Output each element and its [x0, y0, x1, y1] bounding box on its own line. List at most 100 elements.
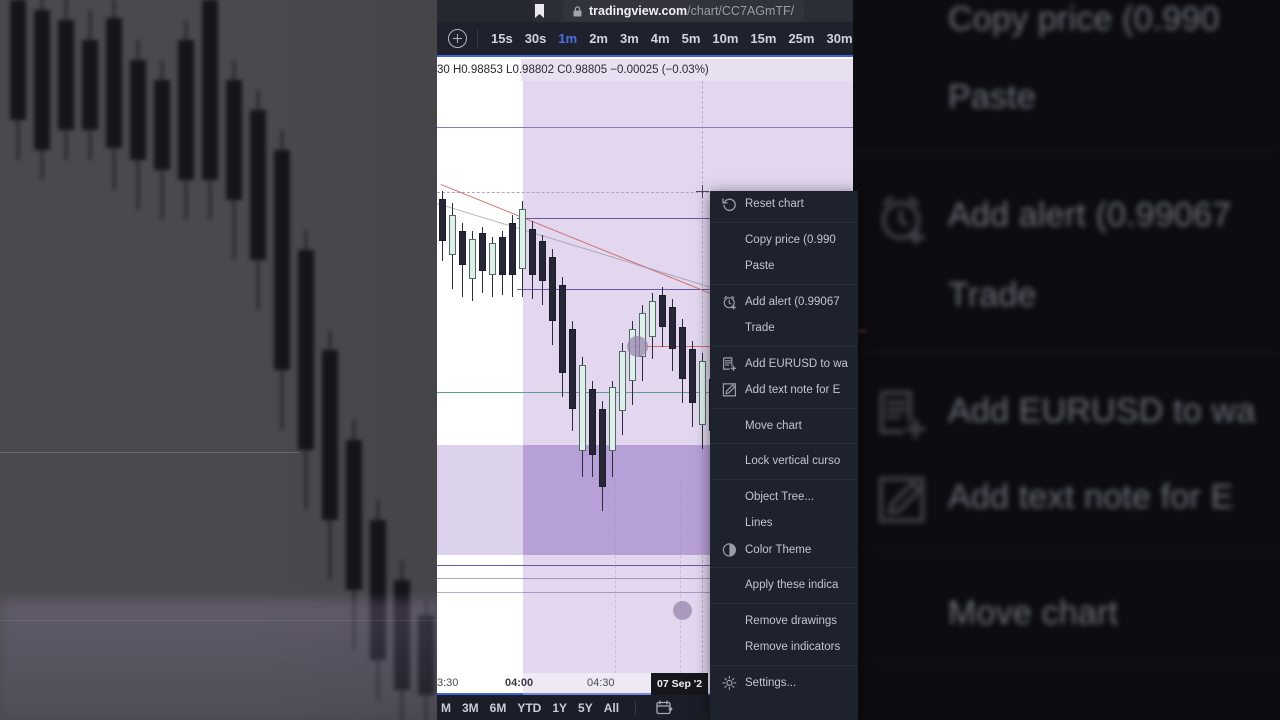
bookmark-icon[interactable] [534, 4, 545, 18]
background-candle-body [10, 0, 26, 120]
candle-body [469, 239, 476, 279]
background-candle-body [82, 40, 98, 130]
candle-body [649, 301, 656, 337]
screen: Copy price (0.990 Paste Add alert (0.99067… [0, 0, 1280, 720]
chart-context-menu[interactable]: Reset chart Copy price (0.990 Paste Add al… [710, 191, 858, 720]
menu-item-label: Add text note for E [745, 384, 841, 397]
time-tick: 04:00 [505, 677, 534, 689]
ohlc-line: 30 H0.98853 L0.98802 C0.98805 −0.00025 (… [437, 64, 709, 76]
range-all[interactable]: All [604, 701, 619, 715]
candle-body [519, 209, 526, 269]
candle-body [489, 243, 496, 275]
menu-item-label: Move chart [745, 419, 802, 432]
candle-body [449, 215, 456, 255]
magnified-menu-item: Add alert (0.99067 [948, 196, 1232, 234]
timeframe-1m[interactable]: 1m [552, 31, 583, 46]
timeframe-15s[interactable]: 15s [485, 31, 519, 46]
alarm-clock-plus-icon [722, 294, 737, 310]
background-gridline [0, 452, 300, 453]
range-5y[interactable]: 5Y [578, 701, 593, 715]
magnified-menu-overlay: Copy price (0.990 Paste Add alert (0.99067… [840, 0, 1280, 720]
menu-item-lock-vertical-curso[interactable]: Lock vertical curso [710, 448, 858, 475]
range-3m[interactable]: 3M [462, 701, 479, 715]
url-domain: tradingview.com [589, 4, 688, 18]
timeframe-toolbar[interactable]: 15s30s1m2m3m4m5m10m15m25m30m45m [437, 22, 853, 57]
menu-item-move-chart[interactable]: Move chart [710, 413, 858, 440]
lock-icon [573, 5, 582, 16]
menu-item-object-tree[interactable]: Object Tree... [710, 484, 858, 511]
magnified-menu-item: Move chart [948, 594, 1119, 632]
candle-body [549, 257, 556, 321]
calendar-icon[interactable] [656, 700, 673, 715]
background-candle-body [226, 80, 242, 200]
price-line[interactable] [437, 127, 853, 128]
menu-item-add-text-note-for-e[interactable]: Add text note for E [710, 377, 858, 404]
timeframe-5m[interactable]: 5m [676, 31, 707, 46]
candle-body [539, 241, 546, 281]
timeframe-4m[interactable]: 4m [645, 31, 676, 46]
timeframe-list[interactable]: 15s30s1m2m3m4m5m10m15m25m30m45m [485, 31, 853, 46]
menu-item-add-alert-0-99067[interactable]: Add alert (0.99067 [710, 289, 858, 316]
timeframe-2m[interactable]: 2m [583, 31, 614, 46]
menu-item-remove-indicators[interactable]: Remove indicators [710, 634, 858, 661]
ohlc-legend: 30 H0.98853 L0.98802 C0.98805 −0.00025 (… [437, 59, 853, 81]
alert-drag-handle[interactable] [627, 336, 648, 357]
menu-item-label: Lock vertical curso [745, 455, 841, 468]
background-candle-body [298, 250, 314, 450]
timeframe-30s[interactable]: 30s [519, 31, 553, 46]
time-tick: 3:30 [437, 677, 459, 689]
candle-body [669, 307, 676, 349]
alarm-clock-plus-icon [723, 295, 737, 310]
gear-icon [722, 675, 737, 690]
menu-item-label: Lines [745, 517, 773, 530]
menu-separator [710, 345, 858, 347]
reset-arrow-icon [722, 197, 737, 212]
menu-item-settings[interactable]: Settings... [710, 670, 858, 697]
menu-item-label: Add EURUSD to wa [745, 357, 848, 370]
url-pill[interactable]: tradingview.com/chart/CC7AGmTF/ [563, 0, 805, 22]
timeframe-25m[interactable]: 25m [782, 31, 820, 46]
range-m[interactable]: M [441, 701, 451, 715]
edit-note-icon [722, 383, 737, 398]
menu-item-label: Color Theme [745, 543, 812, 556]
menu-item-color-theme[interactable]: Color Theme [710, 537, 858, 564]
magnified-menu-item: Trade [948, 276, 1037, 314]
magnified-menu-separator [848, 150, 1280, 151]
range-6m[interactable]: 6M [490, 701, 507, 715]
range-ytd[interactable]: YTD [517, 701, 541, 715]
menu-item-paste[interactable]: Paste [710, 253, 858, 280]
menu-item-add-eurusd-to-wa[interactable]: Add EURUSD to wa [710, 351, 858, 378]
edit-note-icon [876, 474, 928, 531]
timeframe-15m[interactable]: 15m [744, 31, 782, 46]
menu-item-trade[interactable]: Trade [710, 315, 858, 342]
add-to-watchlist-icon [722, 356, 737, 371]
menu-item-copy-price-0-990[interactable]: Copy price (0.990 [710, 227, 858, 254]
menu-item-remove-drawings[interactable]: Remove drawings [710, 608, 858, 635]
menu-separator [710, 567, 858, 568]
drawing-drag-handle[interactable] [673, 601, 692, 620]
background-candle-body [178, 40, 194, 180]
candle-body [499, 237, 506, 275]
plus-circle-icon[interactable] [448, 29, 467, 48]
candle-body [609, 387, 616, 451]
candle-body [529, 229, 536, 275]
background-candle-body [106, 18, 122, 148]
candle-body [579, 365, 586, 451]
date-badge: 07 Sep '2 [651, 673, 709, 695]
timeframe-30m[interactable]: 30m [820, 31, 853, 46]
candle-body [569, 329, 576, 409]
timeframe-3m[interactable]: 3m [614, 31, 645, 46]
menu-item-lines[interactable]: Lines [710, 510, 858, 537]
menu-separator [710, 221, 858, 223]
alarm-clock-plus-icon [876, 192, 928, 249]
toolbar-divider [477, 29, 478, 48]
range-1y[interactable]: 1Y [552, 701, 567, 715]
menu-item-reset-chart[interactable]: Reset chart [710, 191, 858, 218]
url-path: /chart/CC7AGmTF/ [687, 4, 795, 18]
menu-item-label: Remove drawings [745, 614, 838, 627]
range-list[interactable]: M 3M 6M YTD 1Y 5Y All [441, 701, 619, 715]
gear-icon [722, 675, 737, 690]
browser-url-bar[interactable]: tradingview.com/chart/CC7AGmTF/ [437, 0, 853, 22]
timeframe-10m[interactable]: 10m [706, 31, 744, 46]
menu-item-apply-these-indica[interactable]: Apply these indica [710, 572, 858, 599]
